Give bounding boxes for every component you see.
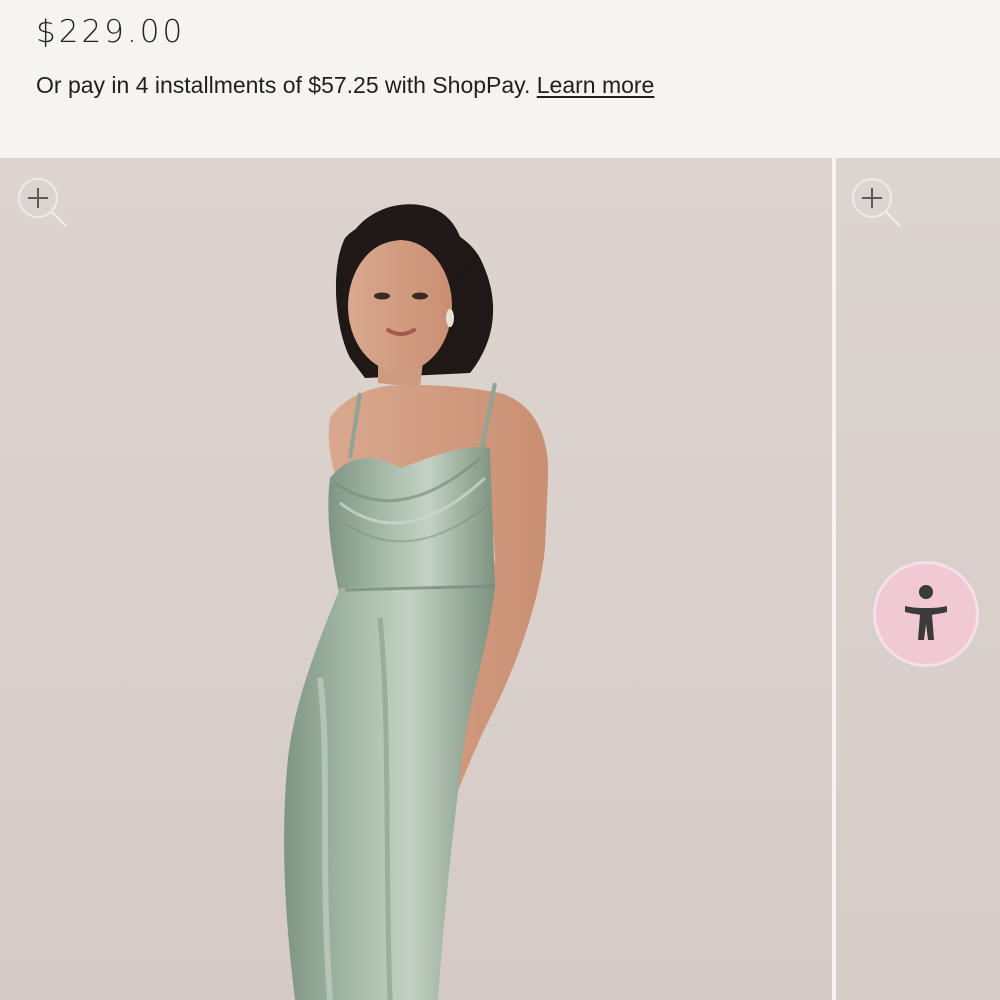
- product-photo: [284, 204, 549, 1000]
- installments-info: Or pay in 4 installments of $57.25 with …: [36, 72, 654, 99]
- accessibility-button[interactable]: [876, 564, 976, 664]
- zoom-in-icon: [18, 178, 67, 227]
- product-image-gallery[interactable]: [0, 158, 1000, 1000]
- installments-text: Or pay in 4 installments of $57.25 with …: [36, 72, 531, 98]
- learn-more-link[interactable]: Learn more: [537, 72, 655, 98]
- zoom-button[interactable]: [16, 176, 68, 228]
- zoom-button[interactable]: [850, 176, 902, 228]
- accessibility-icon: [905, 585, 947, 640]
- zoom-in-icon: [852, 178, 901, 227]
- product-price: $229.00: [36, 14, 186, 50]
- product-image-main[interactable]: [0, 158, 832, 1000]
